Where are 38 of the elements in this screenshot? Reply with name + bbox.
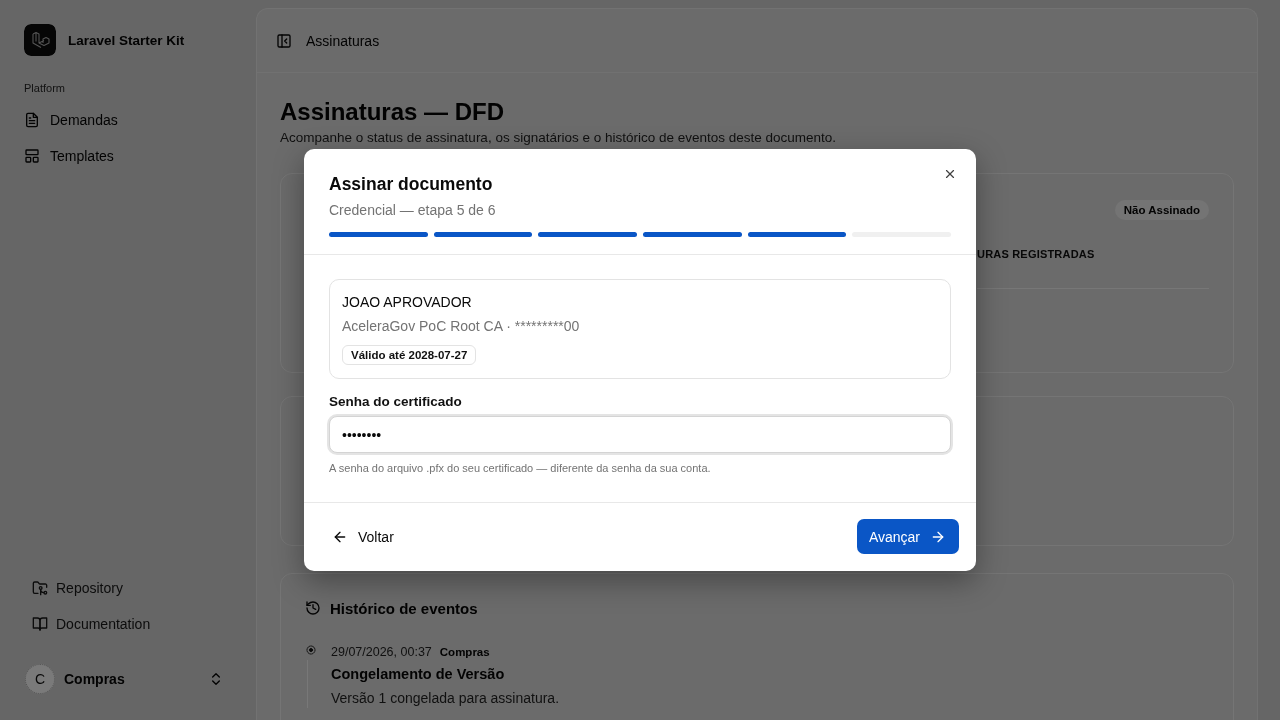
event-actor: Compras: [439, 645, 490, 660]
password-field[interactable]: ••••••••: [329, 416, 951, 453]
section-title: Histórico de eventos: [330, 599, 478, 617]
timeline-dot-icon: [305, 644, 317, 656]
back-button[interactable]: Voltar: [322, 519, 406, 554]
certificate-card[interactable]: JOAO APROVADOR AceleraGov PoC Root CA · *********00 Válido até 2028-07-27: [329, 279, 951, 379]
event-title: Congelamento de Versão: [331, 665, 506, 684]
certificate-issuer: AceleraGov PoC Root CA · *********00: [342, 317, 580, 336]
field-hint: A senha do arquivo .pfx do seu certificado — diferente da senha da sua conta.: [329, 462, 712, 474]
breadcrumb: Assinaturas: [306, 32, 380, 49]
app-logo-icon: [24, 24, 56, 56]
certificate-holder: JOAO APROVADOR: [342, 293, 472, 312]
user-name[interactable]: Compras: [64, 671, 199, 687]
file-text-icon: [24, 112, 40, 128]
app-name: Laravel Starter Kit: [68, 32, 185, 48]
step-label: Credencial — etapa 5 de 6: [329, 201, 497, 220]
sidebar-item[interactable]: Demandas: [24, 104, 240, 136]
section-heading: URAS REGISTRADAS: [977, 247, 1096, 262]
sidebar-link[interactable]: Documentation: [32, 608, 240, 640]
page-title: Assinaturas — DFD: [280, 97, 506, 127]
close-icon: [943, 167, 957, 181]
event-time: 29/07/2026, 00:37: [331, 644, 432, 661]
sidebar-toggle-icon: [276, 32, 292, 49]
sidebar-link[interactable]: Repository: [32, 572, 240, 604]
section-label: Platform: [24, 81, 66, 96]
status-badge: Não Assinado: [1114, 200, 1209, 220]
dialog-title: Assinar documento: [329, 173, 494, 195]
folder-icon: [32, 580, 48, 596]
event-description: Versão 1 congelada para assinatura.: [331, 689, 561, 708]
user-avatar: C: [25, 664, 55, 694]
layout-icon: [24, 148, 40, 164]
book-open-icon: [32, 616, 48, 632]
validity-badge: Válido até 2028-07-27: [342, 345, 477, 365]
field-label: Senha do certificado: [329, 394, 463, 410]
next-button[interactable]: Avançar: [856, 519, 959, 554]
sidebar-item[interactable]: Templates: [24, 140, 240, 172]
history-icon: [305, 600, 321, 616]
page-subtitle: Acompanhe o status de assinatura, os signatários e o histórico de eventos deste documento.: [280, 129, 838, 147]
